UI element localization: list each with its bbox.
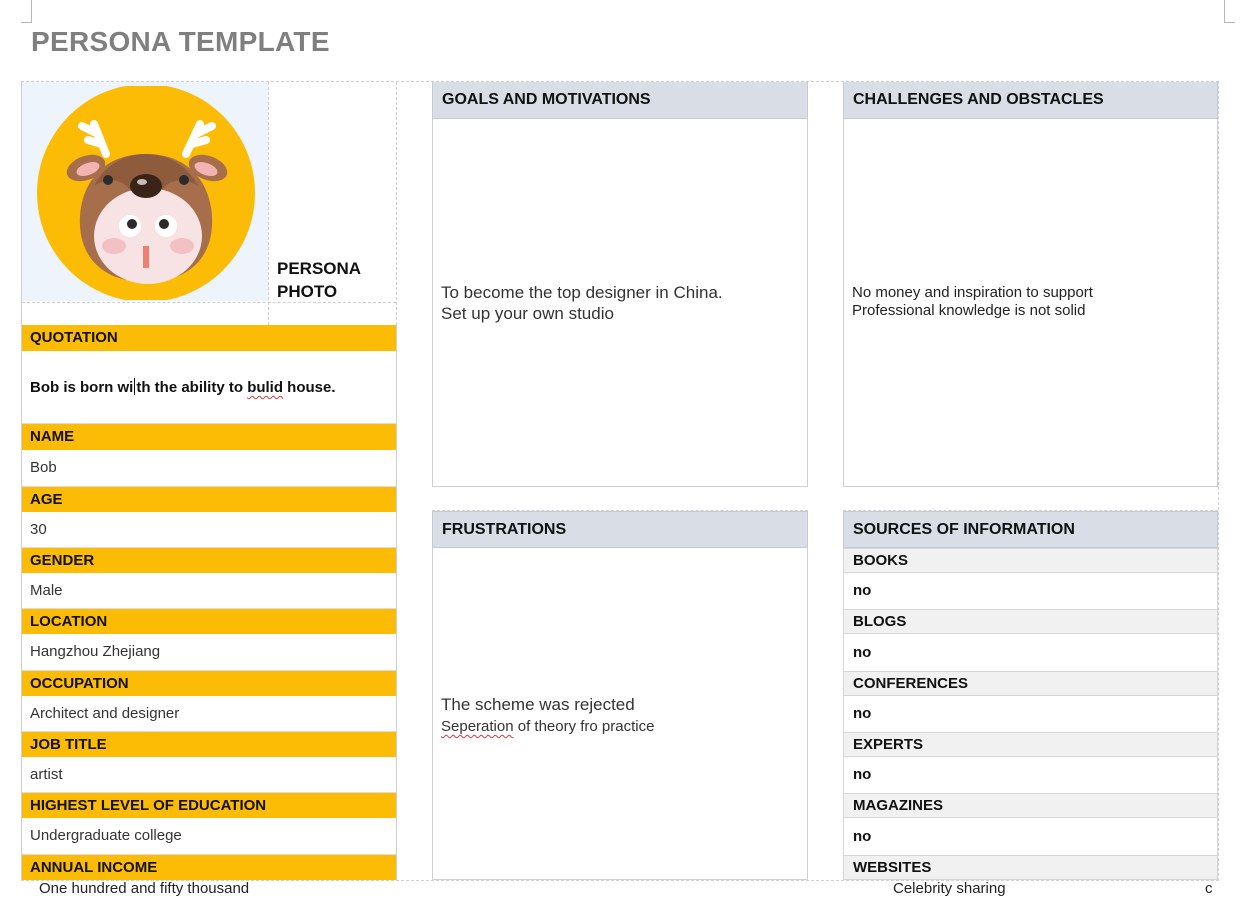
frustrations-header: FRUSTRATIONS bbox=[432, 511, 808, 548]
source-websites-label: WEBSITES bbox=[843, 855, 1218, 880]
sources-header: SOURCES OF INFORMATION bbox=[843, 511, 1218, 548]
frustrations-line-1: The scheme was rejected bbox=[441, 695, 635, 714]
photo-divider bbox=[268, 82, 269, 325]
source-experts-label: EXPERTS bbox=[843, 732, 1218, 757]
page-corner-mark-right bbox=[1224, 0, 1235, 23]
source-conferences-label: CONFERENCES bbox=[843, 671, 1218, 696]
goals-header: GOALS AND MOTIVATIONS bbox=[432, 82, 808, 119]
source-books-label: BOOKS bbox=[843, 548, 1218, 573]
name-label: NAME bbox=[22, 424, 396, 450]
gender-value[interactable]: Male bbox=[22, 573, 396, 609]
quotation-value[interactable]: Bob is born wi th the ability to bulid ho… bbox=[22, 351, 396, 424]
name-value[interactable]: Bob bbox=[22, 450, 396, 487]
quotation-text-b: th the ability to bbox=[136, 379, 248, 396]
persona-photo-cell[interactable] bbox=[22, 82, 268, 301]
education-label: HIGHEST LEVEL OF EDUCATION bbox=[22, 793, 396, 818]
challenges-text: No money and inspiration to support Prof… bbox=[852, 284, 1093, 320]
annual-income-value[interactable]: One hundred and fifty thousand bbox=[39, 880, 249, 897]
source-magazines-value[interactable]: no bbox=[843, 818, 1218, 855]
job-title-label: JOB TITLE bbox=[22, 732, 396, 757]
occupation-label: OCCUPATION bbox=[22, 671, 396, 696]
challenges-header: CHALLENGES AND OBSTACLES bbox=[843, 82, 1218, 119]
source-blogs-label: BLOGS bbox=[843, 609, 1218, 634]
source-conferences-value[interactable]: no bbox=[843, 696, 1218, 732]
quotation-misspelled-word: bulid bbox=[247, 379, 284, 396]
goals-line-2: Set up your own studio bbox=[441, 304, 614, 323]
frustrations-line-2-rest: of theory fro practice bbox=[513, 718, 655, 735]
photo-right-edge bbox=[396, 82, 397, 325]
footer-stray-character: c bbox=[1205, 880, 1213, 897]
goals-line-1: To become the top designer in China. bbox=[441, 283, 723, 302]
gender-label: GENDER bbox=[22, 548, 396, 573]
frustrations-misspelled-word: Seperation bbox=[441, 718, 514, 735]
occupation-value[interactable]: Architect and designer bbox=[22, 696, 396, 732]
location-label: LOCATION bbox=[22, 609, 396, 634]
quotation-text-c: house. bbox=[283, 379, 336, 396]
quotation-text-a: Bob is born wi bbox=[30, 379, 134, 396]
persona-photo-label: PERSONA PHOTO bbox=[277, 257, 361, 303]
source-blogs-value[interactable]: no bbox=[843, 634, 1218, 671]
frustrations-text: The scheme was rejected Seperation of th… bbox=[441, 694, 654, 737]
age-label: AGE bbox=[22, 487, 396, 512]
persona-photo-label-line1: PERSONA bbox=[277, 259, 362, 278]
annual-income-label: ANNUAL INCOME bbox=[22, 855, 396, 880]
persona-photo-label-line2: PHOTO bbox=[277, 282, 338, 301]
age-value[interactable]: 30 bbox=[22, 512, 396, 548]
source-magazines-label: MAGAZINES bbox=[843, 793, 1218, 818]
source-websites-value[interactable]: Celebrity sharing bbox=[893, 880, 1006, 897]
left-column-right-border bbox=[396, 325, 397, 880]
page-corner-mark-left bbox=[21, 0, 32, 23]
job-title-value[interactable]: artist bbox=[22, 757, 396, 793]
location-value[interactable]: Hangzhou Zhejiang bbox=[22, 634, 396, 671]
source-experts-value[interactable]: no bbox=[843, 757, 1218, 793]
education-value[interactable]: Undergraduate college bbox=[22, 818, 396, 855]
source-books-value[interactable]: no bbox=[843, 573, 1218, 609]
challenges-line-2: Professional knowledge is not solid bbox=[852, 302, 1086, 319]
quotation-label: QUOTATION bbox=[22, 325, 396, 351]
goals-text: To become the top designer in China. Set… bbox=[441, 282, 723, 324]
page-title: PERSONA TEMPLATE bbox=[31, 26, 330, 57]
deer-costume-child-avatar-icon bbox=[37, 86, 255, 300]
challenges-line-1: No money and inspiration to support bbox=[852, 284, 1093, 301]
